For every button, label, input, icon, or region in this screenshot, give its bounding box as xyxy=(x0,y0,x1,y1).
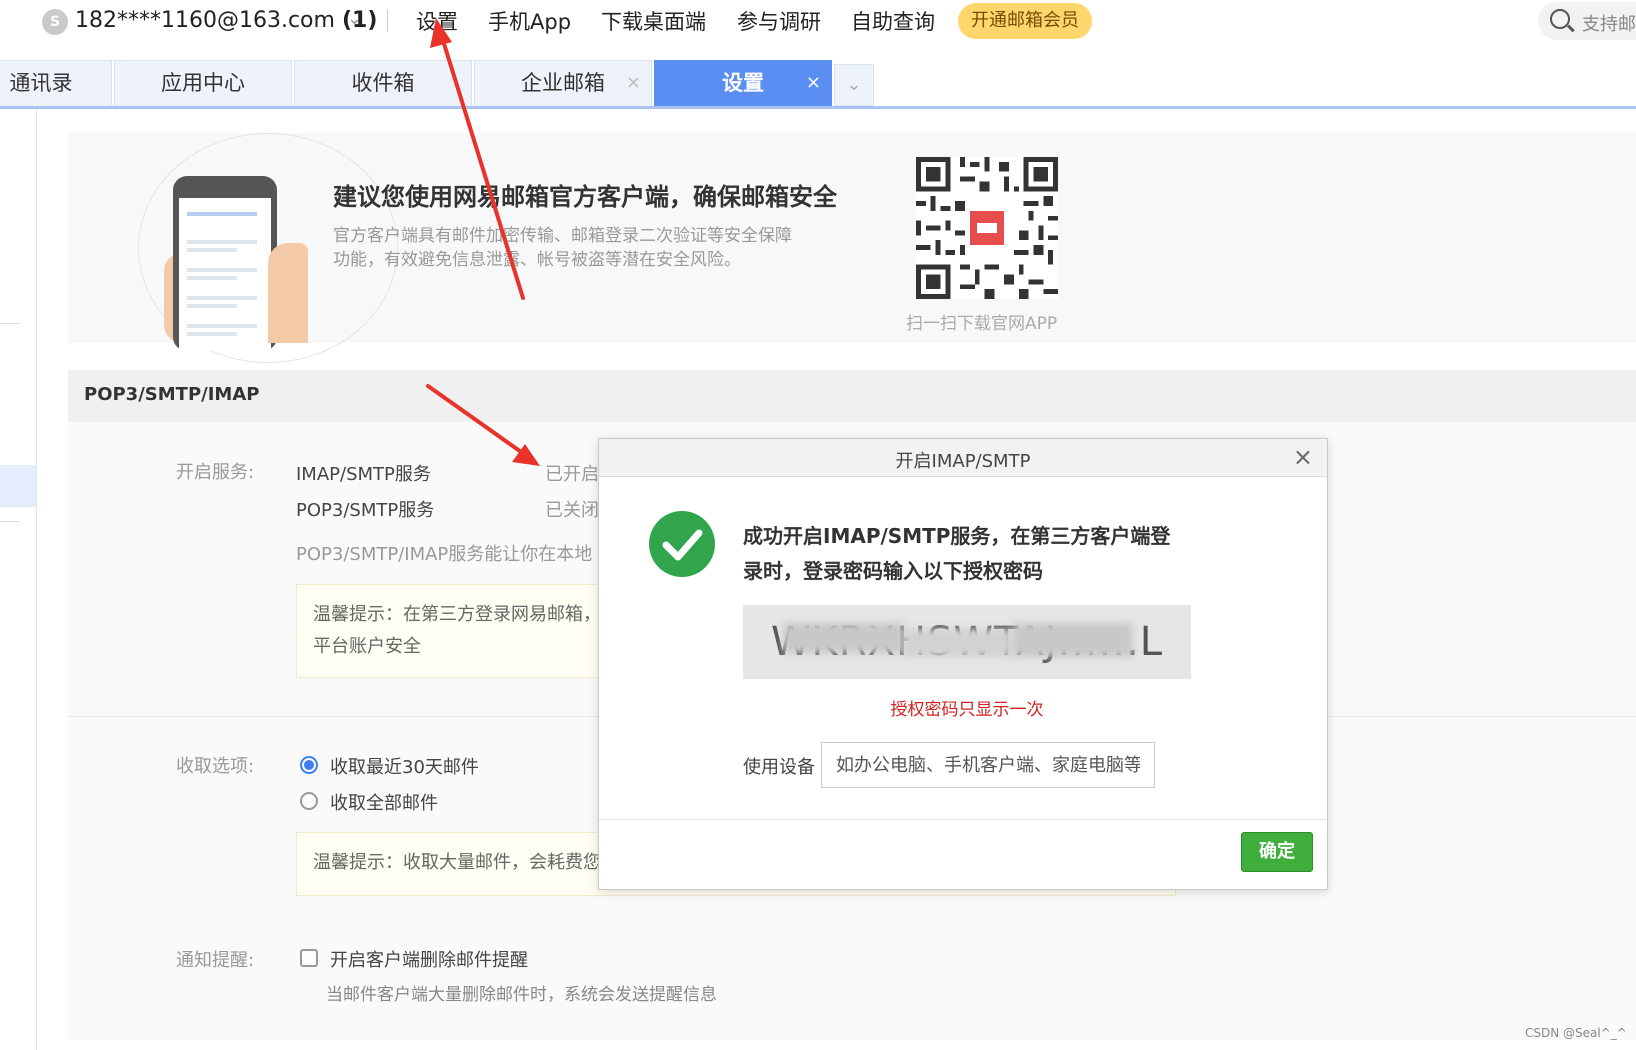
fetch-label: 收取选项: xyxy=(176,756,255,777)
survey-link[interactable]: 参与调研 xyxy=(737,6,821,36)
pop3-service-status: 已关闭 xyxy=(545,500,599,521)
tab-app-center[interactable]: 应用中心 xyxy=(114,60,292,106)
user-avatar-icon[interactable]: S xyxy=(42,9,68,35)
redaction-blur xyxy=(903,629,1013,657)
phone-illustration xyxy=(173,176,277,351)
imap-service-status: 已开启 xyxy=(545,464,599,485)
message-line: 录时，登录密码输入以下授权密码 xyxy=(743,559,1043,583)
tab-underline xyxy=(0,106,1636,109)
message-line: 成功开启IMAP/SMTP服务，在第三方客户端登 xyxy=(743,524,1171,548)
account-email: 182****1160@163.com xyxy=(75,8,335,33)
close-icon[interactable]: × xyxy=(1293,443,1313,471)
divider xyxy=(387,10,388,32)
tab-close-icon[interactable]: × xyxy=(626,61,641,105)
self-service-link[interactable]: 自助查询 xyxy=(851,6,935,36)
auth-code-box[interactable]: WKRXHSWTAJ......L xyxy=(743,605,1191,679)
enable-imap-dialog: 开启IMAP/SMTP × 成功开启IMAP/SMTP服务，在第三方客户端登 录… xyxy=(598,438,1328,890)
sidebar-item-selected[interactable] xyxy=(0,465,36,507)
top-bar: S 182****1160@163.com (1) ⌄ 设置 手机App 下载桌… xyxy=(0,0,1636,44)
promo-description: 官方客户端具有邮件加密传输、邮箱登录二次验证等安全保障功能，有效避免信息泄露、帐… xyxy=(333,226,792,270)
section-title: POP3/SMTP/IMAP xyxy=(84,384,260,405)
tab-contacts[interactable]: 通讯录 xyxy=(0,60,112,106)
notify-option-label: 开启客户端删除邮件提醒 xyxy=(330,950,528,971)
qr-code-icon xyxy=(916,157,1058,299)
qr-caption: 扫一扫下载官网APP xyxy=(906,314,1058,334)
promo-title: 建议您使用网易邮箱官方客户端，确保邮箱安全 xyxy=(333,183,837,211)
confirm-button[interactable]: 确定 xyxy=(1241,832,1313,872)
chevron-down-icon[interactable]: ⌄ xyxy=(347,8,362,29)
fetch-option-label: 收取最近30天邮件 xyxy=(330,757,479,778)
dialog-title: 开启IMAP/SMTP xyxy=(895,451,1031,472)
tab-bar: 通讯录 应用中心 收件箱 企业邮箱 × 设置 × ⌄ xyxy=(0,60,1636,108)
tab-label: 应用中心 xyxy=(161,71,245,95)
service-description: POP3/SMTP/IMAP服务能让你在本地 xyxy=(296,544,593,565)
notify-description: 当邮件客户端大量删除邮件时，系统会发送提醒信息 xyxy=(326,985,717,1005)
search-icon xyxy=(1550,9,1570,29)
tab-inbox[interactable]: 收件箱 xyxy=(294,60,472,106)
radio-all-mail[interactable] xyxy=(300,792,318,810)
account-switcher[interactable]: 182****1160@163.com (1) xyxy=(75,8,377,33)
search-placeholder: 支持邮 xyxy=(1582,14,1636,35)
desktop-download-link[interactable]: 下载桌面端 xyxy=(601,6,706,36)
radio-recent-30-days[interactable] xyxy=(300,756,318,774)
settings-link[interactable]: 设置 xyxy=(416,6,458,36)
divider xyxy=(0,521,20,522)
tab-label: 通讯录 xyxy=(9,71,73,95)
tab-label: 企业邮箱 xyxy=(521,71,605,95)
redaction-blur xyxy=(1013,623,1133,657)
client-promo-banner: 建议您使用网易邮箱官方客户端，确保邮箱安全 官方客户端具有邮件加密传输、邮箱登录… xyxy=(68,133,1636,363)
dialog-header: 开启IMAP/SMTP × xyxy=(599,439,1327,477)
notify-label: 通知提醒: xyxy=(176,950,255,971)
tab-more-chevron-icon[interactable]: ⌄ xyxy=(834,64,874,106)
watermark: CSDN @Seal^_^ xyxy=(1525,1026,1627,1040)
hand-illustration xyxy=(268,243,308,343)
auth-code-note: 授权密码只显示一次 xyxy=(890,700,1044,720)
divider xyxy=(0,323,20,324)
pop3-service-name: POP3/SMTP服务 xyxy=(296,500,435,521)
imap-service-name: IMAP/SMTP服务 xyxy=(296,464,431,485)
section-header: POP3/SMTP/IMAP xyxy=(68,370,1636,422)
success-message: 成功开启IMAP/SMTP服务，在第三方客户端登 录时，登录密码输入以下授权密码 xyxy=(743,519,1213,589)
notify-checkbox[interactable] xyxy=(300,949,318,967)
mobile-app-link[interactable]: 手机App xyxy=(488,6,571,36)
tab-label: 收件箱 xyxy=(351,71,415,95)
search-box[interactable]: 支持邮 xyxy=(1538,2,1636,40)
tab-close-icon[interactable]: × xyxy=(806,61,821,105)
service-label: 开启服务: xyxy=(176,462,255,483)
fetch-option-label: 收取全部邮件 xyxy=(330,793,438,814)
redaction-blur xyxy=(783,623,903,653)
tab-settings[interactable]: 设置 × xyxy=(654,60,832,106)
divider xyxy=(599,819,1327,820)
vip-button[interactable]: 开通邮箱会员 xyxy=(958,3,1092,39)
phone-screen xyxy=(179,198,271,351)
tab-label: 设置 xyxy=(722,71,764,95)
tab-enterprise-mail[interactable]: 企业邮箱 × xyxy=(474,60,652,106)
left-sidebar xyxy=(0,109,37,1050)
device-input[interactable] xyxy=(821,742,1155,788)
device-label: 使用设备 xyxy=(743,757,815,778)
success-check-icon xyxy=(649,511,715,577)
